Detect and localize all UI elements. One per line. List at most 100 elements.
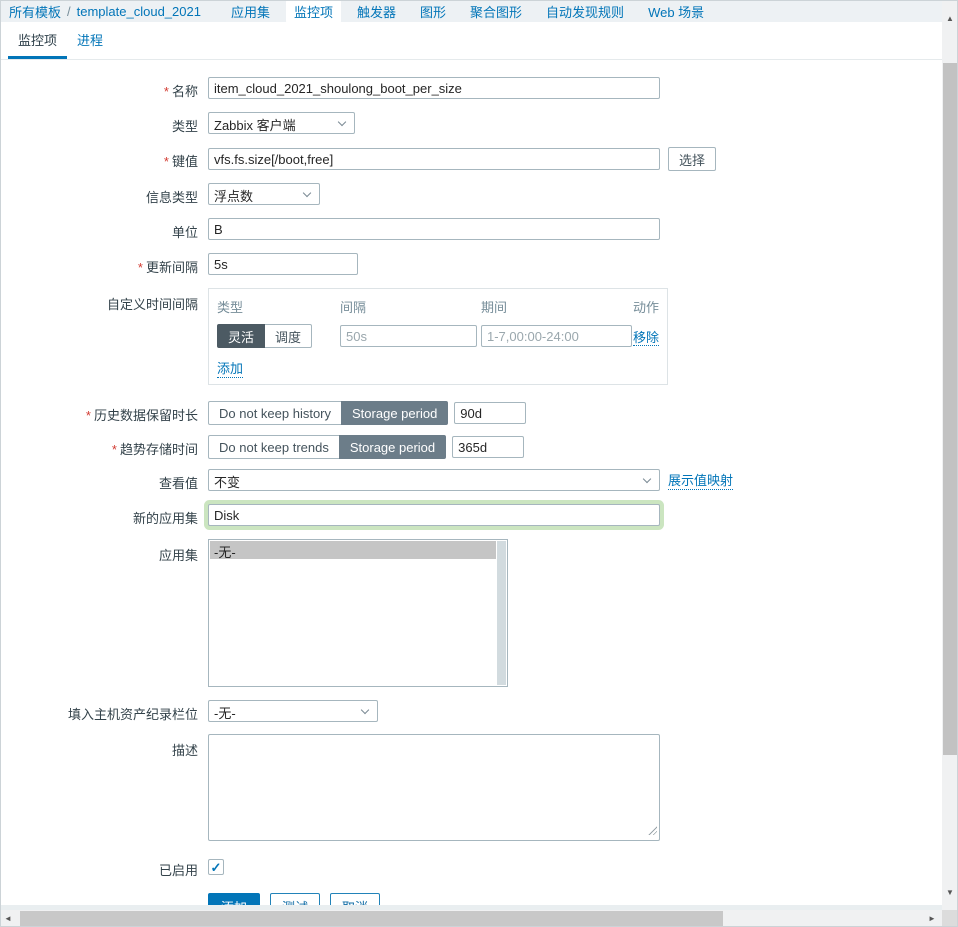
scroll-up-icon[interactable]: ▲ bbox=[942, 10, 958, 26]
tab-item[interactable]: 监控项 bbox=[8, 22, 67, 59]
key-label: 键值 bbox=[172, 154, 198, 169]
flexible-toggle-button[interactable]: 灵活 bbox=[217, 324, 265, 348]
type-label: 类型 bbox=[172, 119, 198, 134]
description-label: 描述 bbox=[172, 743, 198, 758]
checkmark-icon: ✓ bbox=[211, 861, 222, 874]
name-row: *名称 bbox=[0, 77, 942, 100]
key-select-button[interactable]: 选择 bbox=[668, 147, 716, 171]
breadcrumb-template-link[interactable]: template_cloud_2021 bbox=[77, 4, 201, 19]
name-input[interactable] bbox=[208, 77, 660, 99]
trends-row: *趋势存储时间 Do not keep trends Storage perio… bbox=[0, 435, 942, 459]
enabled-label: 已启用 bbox=[159, 863, 198, 878]
item-form: *名称 类型 Zabbix 客户端 *键值 选择 信息类型 浮点数 单位 bbox=[0, 60, 942, 905]
listbox-scrollbar[interactable] bbox=[497, 541, 506, 685]
form-tab-bar: 监控项 进程 bbox=[0, 22, 942, 60]
scrollbar-corner bbox=[942, 910, 958, 927]
custom-intervals-header: 类型 间隔 期间 动作 bbox=[217, 297, 659, 316]
history-storage-period-button[interactable]: Storage period bbox=[341, 401, 448, 425]
interval-type-toggle: 灵活 调度 bbox=[217, 324, 340, 348]
col-type-header: 类型 bbox=[217, 297, 340, 316]
interval-input[interactable] bbox=[340, 325, 477, 347]
required-marker: * bbox=[86, 408, 91, 423]
enabled-checkbox[interactable]: ✓ bbox=[208, 859, 224, 875]
nav-item-items[interactable]: 监控项 bbox=[286, 0, 341, 23]
trends-off-button[interactable]: Do not keep trends bbox=[208, 435, 340, 459]
tab-preprocessing[interactable]: 进程 bbox=[67, 22, 113, 59]
update-interval-row: *更新间隔 bbox=[0, 253, 942, 276]
applications-listbox[interactable]: -无- bbox=[208, 539, 508, 687]
nav-item-web-scenarios[interactable]: Web 场景 bbox=[640, 0, 712, 23]
add-button[interactable]: 添加 bbox=[208, 893, 260, 905]
nav-item-triggers[interactable]: 触发器 bbox=[349, 0, 404, 23]
history-off-button[interactable]: Do not keep history bbox=[208, 401, 342, 425]
nav-item-graphs[interactable]: 图形 bbox=[412, 0, 454, 23]
period-input[interactable] bbox=[481, 325, 632, 347]
show-value-select[interactable]: 不变 bbox=[208, 469, 660, 491]
custom-intervals-box: 类型 间隔 期间 动作 灵活 调度 移除 添加 bbox=[208, 288, 668, 385]
col-interval-header: 间隔 bbox=[340, 297, 481, 316]
nav-item-applications[interactable]: 应用集 bbox=[223, 0, 278, 23]
template-nav-menu: 应用集 监控项 触发器 图形 聚合图形 自动发现规则 Web 场景 bbox=[223, 0, 720, 23]
show-value-label: 查看值 bbox=[159, 476, 198, 491]
trends-label: 趋势存储时间 bbox=[120, 442, 198, 457]
horizontal-scrollbar[interactable]: ◄ ► bbox=[0, 910, 942, 927]
trends-storage-period-button[interactable]: Storage period bbox=[339, 435, 446, 459]
test-button[interactable]: 测试 bbox=[270, 893, 320, 905]
required-marker: * bbox=[112, 442, 117, 457]
col-action-header: 动作 bbox=[633, 297, 659, 316]
applications-label: 应用集 bbox=[159, 548, 198, 563]
info-type-label: 信息类型 bbox=[146, 190, 198, 205]
trends-value-input[interactable] bbox=[452, 436, 524, 458]
scroll-right-icon[interactable]: ► bbox=[924, 910, 940, 927]
nav-item-screens[interactable]: 聚合图形 bbox=[462, 0, 530, 23]
horizontal-scrollbar-thumb[interactable] bbox=[20, 911, 723, 926]
description-textarea[interactable] bbox=[208, 734, 660, 841]
nav-item-discovery-rules[interactable]: 自动发现规则 bbox=[538, 0, 632, 23]
inventory-select-value: -无- bbox=[214, 706, 236, 721]
inventory-row: 填入主机资产纪录栏位 -无- bbox=[0, 700, 942, 723]
update-interval-input[interactable] bbox=[208, 253, 358, 275]
required-marker: * bbox=[138, 260, 143, 275]
breadcrumb-separator: / bbox=[67, 4, 71, 19]
chevron-down-icon bbox=[338, 118, 346, 126]
key-row: *键值 选择 bbox=[0, 147, 942, 171]
remove-interval-link[interactable]: 移除 bbox=[633, 330, 659, 346]
inventory-select[interactable]: -无- bbox=[208, 700, 378, 722]
description-row: 描述 bbox=[0, 734, 942, 841]
info-type-select[interactable]: 浮点数 bbox=[208, 183, 320, 205]
scroll-down-icon[interactable]: ▼ bbox=[942, 884, 958, 900]
add-interval-link[interactable]: 添加 bbox=[217, 358, 243, 378]
units-label: 单位 bbox=[172, 225, 198, 240]
cancel-button[interactable]: 取消 bbox=[330, 893, 380, 905]
type-select[interactable]: Zabbix 客户端 bbox=[208, 112, 355, 134]
applications-row: 应用集 -无- bbox=[0, 539, 942, 687]
vertical-scrollbar[interactable]: ▲ ▼ bbox=[942, 0, 958, 910]
history-toggle: Do not keep history Storage period bbox=[208, 401, 448, 425]
new-application-row: 新的应用集 bbox=[0, 504, 942, 527]
update-interval-label: 更新间隔 bbox=[146, 260, 198, 275]
scroll-left-icon[interactable]: ◄ bbox=[0, 910, 16, 927]
show-value-mappings-link[interactable]: 展示值映射 bbox=[668, 470, 733, 490]
trends-toggle: Do not keep trends Storage period bbox=[208, 435, 446, 459]
key-input[interactable] bbox=[208, 148, 660, 170]
scheduling-toggle-button[interactable]: 调度 bbox=[264, 324, 312, 348]
new-application-input[interactable] bbox=[208, 504, 660, 526]
history-value-input[interactable] bbox=[454, 402, 526, 424]
custom-intervals-label: 自定义时间间隔 bbox=[107, 297, 198, 312]
breadcrumb-all-templates-link[interactable]: 所有模板 bbox=[9, 2, 61, 21]
history-label: 历史数据保留时长 bbox=[94, 408, 198, 423]
units-input[interactable] bbox=[208, 218, 660, 240]
enabled-row: 已启用 ✓ bbox=[0, 859, 942, 879]
vertical-scrollbar-thumb[interactable] bbox=[943, 63, 957, 755]
type-select-value: Zabbix 客户端 bbox=[214, 118, 296, 133]
custom-intervals-row: 自定义时间间隔 类型 间隔 期间 动作 灵活 调度 移除 添加 bbox=[0, 288, 942, 385]
inventory-label: 填入主机资产纪录栏位 bbox=[68, 707, 198, 722]
custom-interval-row: 灵活 调度 移除 bbox=[217, 324, 659, 348]
history-row: *历史数据保留时长 Do not keep history Storage pe… bbox=[0, 401, 942, 425]
required-marker: * bbox=[164, 84, 169, 99]
info-type-row: 信息类型 浮点数 bbox=[0, 183, 942, 206]
applications-option-none[interactable]: -无- bbox=[210, 541, 496, 559]
name-label: 名称 bbox=[172, 84, 198, 99]
info-type-select-value: 浮点数 bbox=[214, 189, 253, 204]
new-application-label: 新的应用集 bbox=[133, 511, 198, 526]
